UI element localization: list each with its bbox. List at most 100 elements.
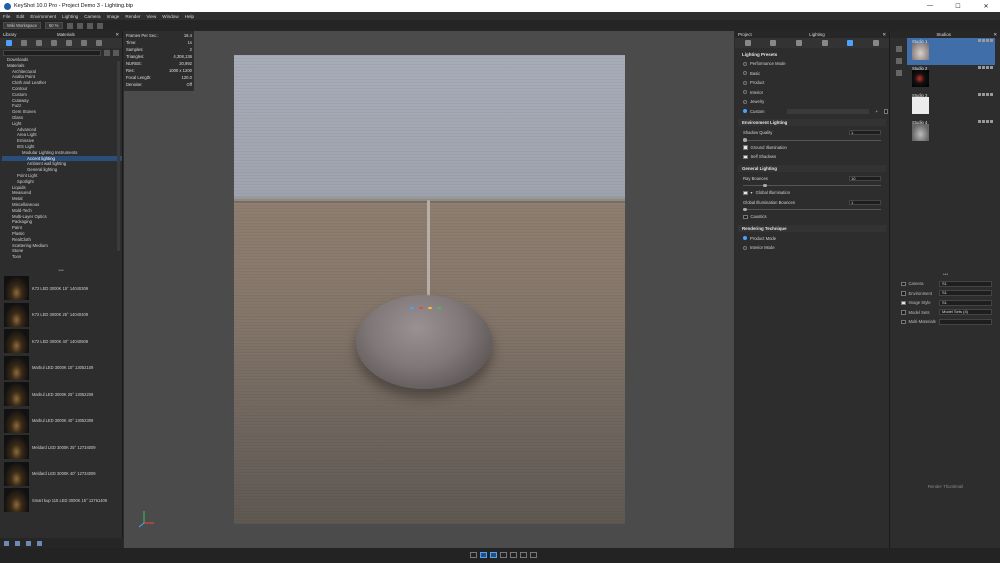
performance-mode-icon[interactable] [76, 22, 83, 29]
pause-icon[interactable] [66, 22, 73, 29]
studio-item[interactable]: Studio 1 [907, 38, 995, 65]
general-lighting-header[interactable]: General Lighting [738, 164, 886, 172]
lighting-tab-icon[interactable] [847, 40, 854, 46]
view-mode-icon[interactable] [104, 49, 110, 56]
list-view-icon[interactable] [4, 540, 9, 546]
add-preset-icon[interactable]: + [875, 109, 877, 114]
material-thumbnail[interactable] [4, 329, 29, 354]
gi-bounces-slider[interactable] [743, 207, 881, 212]
list-item[interactable]: Marbul LED 3000K 40° 13052309 [0, 408, 122, 435]
material-thumbnail[interactable] [4, 355, 29, 380]
product-mode-radio[interactable] [743, 236, 747, 241]
scene-tab-icon[interactable] [744, 40, 751, 46]
ray-bounces-input[interactable]: 10 [849, 175, 881, 181]
studio-property-value[interactable]: Model Sets (4) [939, 309, 992, 316]
close-icon[interactable]: ✕ [993, 32, 997, 38]
studio-property-checkbox[interactable] [901, 300, 906, 305]
caustics-checkbox[interactable] [743, 214, 748, 219]
chevron-down-icon[interactable]: ▾ [751, 190, 753, 195]
studio-item[interactable]: Studio 3 [907, 92, 995, 119]
close-icon[interactable]: ✕ [115, 32, 119, 38]
studio-property-value[interactable]: S1 [939, 290, 992, 297]
smart-speaker-model[interactable] [356, 295, 492, 389]
list-item[interactable]: Marbul LED 3000K 10° 13052109 [0, 355, 122, 382]
camera-icon[interactable] [896, 70, 902, 76]
settings-icon[interactable] [530, 552, 537, 558]
studio-property-checkbox[interactable] [901, 319, 906, 324]
camera-tab-icon[interactable] [873, 40, 880, 46]
studio-property-checkbox[interactable] [901, 291, 906, 296]
menu-image[interactable]: Image [107, 14, 120, 19]
menu-file[interactable]: File [3, 14, 10, 19]
menu-render[interactable]: Render [125, 14, 140, 19]
tree-scrollbar[interactable] [117, 61, 120, 251]
menu-edit[interactable]: Edit [16, 14, 24, 19]
material-thumbnail[interactable] [4, 488, 29, 513]
duplicate-studio-icon[interactable] [896, 58, 902, 64]
cloud-library-icon[interactable] [113, 49, 119, 56]
studio-thumbnail[interactable] [912, 43, 929, 60]
region-tool-icon[interactable] [470, 552, 477, 558]
global-illumination-checkbox[interactable] [743, 190, 748, 195]
add-studio-icon[interactable] [896, 46, 902, 52]
studio-item[interactable]: Studio 2 [907, 65, 995, 92]
shadow-quality-input[interactable]: 1 [849, 130, 881, 136]
search-input[interactable] [3, 49, 101, 56]
image-tab-icon[interactable] [821, 40, 828, 46]
environment-tab-icon[interactable] [796, 40, 803, 46]
preset-radio[interactable] [743, 71, 747, 76]
preset-radio[interactable] [743, 80, 747, 85]
preset-radio[interactable] [743, 90, 747, 95]
material-thumbnail[interactable] [4, 408, 29, 433]
studio-property-value[interactable] [939, 318, 992, 325]
environment-lighting-header[interactable]: Environment Lighting [738, 119, 886, 126]
models-tab-icon[interactable] [96, 40, 102, 46]
list-item[interactable]: Meldard LED 3000K 40° 12734009 [0, 461, 122, 488]
gi-bounces-input[interactable]: 1 [849, 199, 881, 205]
preset-radio[interactable] [743, 109, 747, 114]
studio-item[interactable]: Studio 4 [907, 119, 995, 146]
studio-thumbnail[interactable] [912, 97, 929, 114]
ray-bounces-slider[interactable] [743, 183, 881, 188]
menu-environment[interactable]: Environment [30, 14, 56, 19]
menu-window[interactable]: Window [162, 14, 178, 19]
close-icon[interactable]: ✕ [882, 32, 886, 38]
menu-camera[interactable]: Camera [84, 14, 100, 19]
list-item[interactable]: Smart kup 115 LED 3000K 15° 12761409 [0, 487, 122, 514]
interior-mode-radio[interactable] [743, 245, 747, 250]
self-shadows-checkbox[interactable] [743, 154, 748, 159]
zoom-dropdown[interactable]: 50 % [44, 22, 63, 29]
delete-preset-icon[interactable] [883, 109, 889, 114]
materials-tab-icon[interactable] [6, 40, 12, 46]
single-view-icon[interactable] [480, 552, 487, 558]
colors-tab-icon[interactable] [21, 40, 27, 46]
folder-icon[interactable] [26, 540, 31, 546]
material-thumbnail[interactable] [4, 435, 29, 460]
material-thumbnail[interactable] [4, 382, 29, 407]
menu-view[interactable]: View [146, 14, 156, 19]
preset-radio[interactable] [743, 99, 747, 104]
ground-illumination-checkbox[interactable] [743, 145, 748, 150]
shadow-quality-slider[interactable] [743, 138, 881, 143]
favorites-tab-icon[interactable] [81, 40, 87, 46]
camera-view-icon[interactable] [490, 552, 497, 558]
studio-thumbnail[interactable] [912, 70, 929, 87]
studio-property-checkbox[interactable] [901, 310, 906, 315]
list-item[interactable]: Meldard LED 3000K 25° 12734009 [0, 434, 122, 461]
fullscreen-icon[interactable] [520, 552, 527, 558]
region-icon[interactable] [96, 22, 103, 29]
workspace-dropdown[interactable]: Wiki Workspace [3, 22, 41, 29]
custom-preset-dropdown[interactable] [787, 108, 870, 114]
studio-property-value[interactable]: S1 [939, 299, 992, 306]
material-thumbnail[interactable] [4, 461, 29, 486]
environments-tab-icon[interactable] [51, 40, 57, 46]
import-icon[interactable] [37, 540, 42, 546]
render-image[interactable] [234, 55, 625, 524]
backplates-tab-icon[interactable] [66, 40, 72, 46]
denoise-icon[interactable] [86, 22, 93, 29]
tree-item[interactable]: Toon [2, 254, 122, 260]
minimize-button[interactable]: — [916, 3, 944, 10]
preset-radio[interactable] [743, 61, 747, 66]
maximize-button[interactable]: ☐ [944, 3, 972, 10]
list-item[interactable]: K72 LED 3000K 25° 14040409 [0, 302, 122, 329]
